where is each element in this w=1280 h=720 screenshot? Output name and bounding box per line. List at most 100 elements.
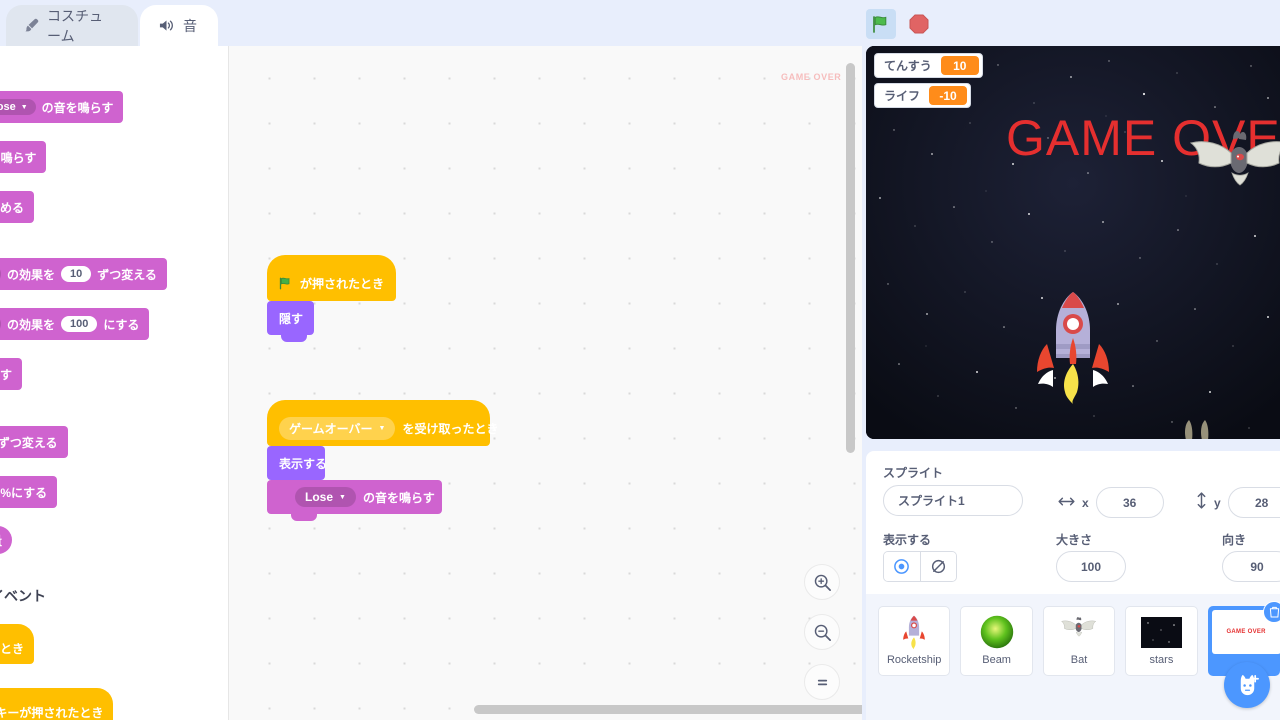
add-sprite-button[interactable]	[1224, 662, 1270, 708]
canvas-vertical-scrollbar[interactable]	[846, 63, 855, 453]
monitor-score[interactable]: てんすう 10	[874, 53, 983, 78]
bat-ears-sprite[interactable]	[1182, 418, 1210, 439]
tab-costumes-label: コスチューム	[47, 7, 103, 44]
monitor-value: 10	[940, 56, 979, 75]
chevron-down-icon: ▼	[339, 493, 346, 501]
sprite-visibility-toggle[interactable]	[883, 551, 957, 582]
palette-block-when-key-pressed[interactable]: ース ▼ キーが押されたとき	[0, 688, 114, 720]
stop-button[interactable]	[904, 9, 934, 39]
arrows-horizontal-icon	[1058, 494, 1075, 512]
sound-dropdown[interactable]: Lose ▼	[0, 99, 36, 115]
sprite-size-input[interactable]: 100	[1056, 551, 1126, 582]
block-hide[interactable]: 隠す	[267, 301, 314, 342]
tab-sounds-label: 音	[183, 17, 197, 34]
effect-value-input[interactable]: 100	[60, 316, 98, 332]
sprite-panel-title: スプライト	[883, 466, 944, 480]
sprite-y-group: y 28	[1196, 487, 1280, 518]
palette-block-when-flag-clicked[interactable]: が押されたとき	[0, 624, 35, 664]
palette-block-volume-reporter[interactable]: 音量	[0, 526, 13, 554]
tab-costumes[interactable]: コスチューム	[6, 5, 138, 46]
sprite-card-bat[interactable]: Bat	[1042, 606, 1116, 676]
canvas-horizontal-scrollbar[interactable]	[474, 705, 862, 714]
block-text: の音を鳴らす	[41, 100, 114, 115]
canvas-ghost-game-over: GAME OVER	[781, 72, 842, 82]
palette-block-stop-all-sounds[interactable]: ての音を止める	[0, 191, 35, 223]
palette-block-change-volume[interactable]: を -10 ずつ変える	[0, 426, 68, 458]
sprite-x-label: x	[1082, 495, 1089, 510]
block-when-i-receive[interactable]: ゲームオーバー ▼ を受け取ったとき	[267, 400, 498, 446]
script-flag-clicked[interactable]: が押されたとき 隠す	[267, 255, 397, 342]
sprite-card-beam[interactable]: Beam	[960, 606, 1033, 676]
block-show[interactable]: 表示する	[267, 446, 327, 487]
palette-block-play-until-done[interactable]: るまで Lose ▼ の音を鳴らす	[0, 91, 124, 123]
palette-block-set-volume[interactable]: を 100 %にする	[0, 476, 58, 508]
code-canvas[interactable]: GAME OVER が押されたとき 隠す ゲームオーバー ▼ を受け取ったとき …	[228, 46, 862, 720]
zoom-out-button[interactable]	[804, 614, 840, 650]
block-text: にする	[103, 317, 140, 332]
sprite-card-rocketship[interactable]: Rocketship	[878, 606, 951, 676]
block-when-flag-clicked[interactable]: が押されたとき	[267, 255, 397, 301]
chevron-down-icon: ▼	[378, 424, 386, 432]
stage-column: GAME OVER	[862, 0, 1280, 720]
block-text: 音量	[0, 532, 2, 549]
canvas-grid	[229, 46, 862, 720]
monitor-value: -10	[929, 86, 968, 105]
sprite-x-input[interactable]: 36	[1095, 487, 1164, 518]
hide-sprite-button[interactable]	[919, 552, 956, 581]
sprite-y-input[interactable]: 28	[1227, 487, 1280, 518]
sprite-name: stars	[1149, 654, 1174, 666]
sprite-direction-input[interactable]: 90	[1222, 551, 1280, 582]
block-text: ずつ変える	[97, 267, 157, 282]
palette-block-clear-effects[interactable]: 効果をなくす	[0, 358, 23, 390]
block-label: の音を鳴らす	[362, 490, 435, 505]
paintbrush-icon	[24, 18, 39, 33]
chevron-down-icon: ▼	[20, 103, 28, 111]
palette-block-set-effect[interactable]: ピッチ ▼ の効果を 100 にする	[0, 308, 150, 340]
effect-dropdown[interactable]: ピッチ ▼	[0, 264, 1, 284]
block-text: の効果を	[6, 267, 55, 282]
tab-sounds[interactable]: 音	[140, 5, 218, 46]
green-flag-button[interactable]	[866, 9, 896, 39]
sprite-name-input[interactable]: スプライト1	[883, 485, 1023, 516]
stage-controls	[866, 8, 934, 40]
monitor-label: てんすう	[884, 59, 932, 73]
sprite-visibility-label: 表示する	[883, 533, 932, 547]
sprite-size-label: 大きさ	[1056, 533, 1093, 547]
block-text: ての音を止める	[0, 200, 25, 215]
stage[interactable]: GAME OVER	[866, 46, 1280, 439]
zoom-in-button[interactable]	[804, 564, 840, 600]
block-label: が押されたとき	[300, 276, 385, 291]
block-text: の音を鳴らす	[0, 150, 37, 165]
monitor-label: ライフ	[884, 89, 921, 103]
effect-value-input[interactable]: 10	[60, 266, 92, 282]
sound-dropdown[interactable]: Lose ▼	[295, 487, 356, 507]
palette-block-change-effect[interactable]: ピッチ ▼ の効果を 10 ずつ変える	[0, 258, 167, 290]
monitor-life[interactable]: ライフ -10	[874, 83, 972, 108]
sprite-y-label: y	[1214, 495, 1221, 510]
script-broadcast-received[interactable]: ゲームオーバー ▼ を受け取ったとき 表示する Lose ▼ の音を鳴らす	[267, 400, 498, 521]
green-ball-icon	[975, 614, 1019, 650]
sprite-name: Bat	[1070, 654, 1088, 666]
block-notch	[281, 334, 307, 342]
sprite-list: Rocketship Beam Bat stars GAME OVER	[866, 594, 1280, 720]
block-text: ずつ変える	[0, 435, 58, 450]
broadcast-dropdown[interactable]: ゲームオーバー ▼	[279, 416, 396, 440]
effect-dropdown[interactable]: ピッチ ▼	[0, 314, 1, 334]
rocket-icon	[892, 614, 936, 650]
show-sprite-button[interactable]	[884, 552, 920, 581]
palette-block-start-sound[interactable]: Lose ▼ の音を鳴らす	[0, 141, 47, 173]
block-label: を受け取ったとき	[402, 421, 499, 436]
green-flag-icon	[279, 277, 293, 290]
block-text: の効果を	[6, 317, 55, 332]
delete-sprite-button[interactable]	[1263, 601, 1280, 623]
block-play-sound[interactable]: Lose ▼ の音を鳴らす	[267, 480, 442, 521]
zoom-reset-button[interactable]	[804, 664, 840, 700]
block-text: キーが押されたとき	[0, 705, 104, 720]
bat-sprite[interactable]	[1181, 131, 1280, 215]
sprite-info-panel: スプライト スプライト1 x 36 y 28 表示する 大きさ 100 向き 9…	[866, 451, 1280, 594]
rocketship-sprite[interactable]	[1031, 286, 1115, 406]
sprite-card-stars[interactable]: stars	[1125, 606, 1198, 676]
block-palette[interactable]: るまで Lose ▼ の音を鳴らす Lose ▼ の音を鳴らす ての音を止める …	[0, 46, 228, 720]
block-text: 効果をなくす	[0, 367, 13, 382]
sprite-x-group: x 36	[1058, 487, 1164, 518]
